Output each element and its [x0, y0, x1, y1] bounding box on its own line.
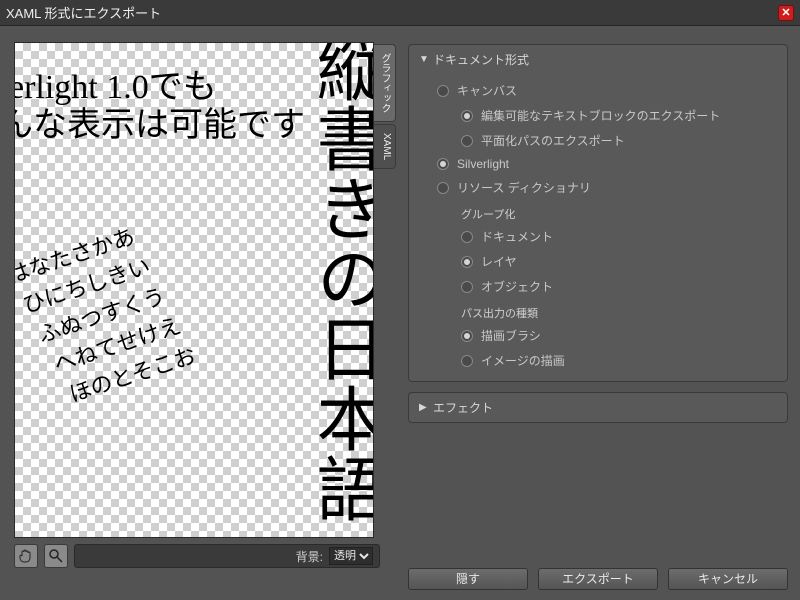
- radio-canvas[interactable]: キャンバス: [421, 78, 785, 103]
- radio-icon: [437, 182, 449, 194]
- side-tab-strip: グラフィック XAML: [374, 44, 396, 169]
- tab-graphic[interactable]: グラフィック: [374, 44, 396, 122]
- radio-silverlight[interactable]: Silverlight: [421, 153, 785, 175]
- hand-tool-button[interactable]: [14, 544, 38, 568]
- zoom-tool-button[interactable]: [44, 544, 68, 568]
- panel-document-format: ▼ ドキュメント形式 キャンバス 編集可能なテキストブロックのエクスポート 平面…: [408, 44, 788, 382]
- tab-xaml[interactable]: XAML: [374, 124, 396, 169]
- background-selector: 背景: 透明: [74, 544, 380, 568]
- preview-vertical-text: 縦書きの日本語: [306, 42, 374, 523]
- radio-label: ドキュメント: [481, 228, 553, 245]
- hand-icon: [18, 548, 34, 564]
- radio-label: イメージの描画: [481, 352, 565, 369]
- radio-icon: [461, 355, 473, 367]
- radio-icon: [461, 110, 473, 122]
- background-label: 背景:: [296, 548, 323, 565]
- radio-label: 編集可能なテキストブロックのエクスポート: [481, 107, 720, 124]
- magnifier-icon: [48, 548, 64, 564]
- radio-path-image[interactable]: イメージの描画: [421, 348, 785, 373]
- radio-label: オブジェクト: [481, 278, 553, 295]
- panel-title: ドキュメント形式: [433, 51, 529, 68]
- preview-text-line2: んな表示は可能です: [14, 97, 305, 146]
- radio-group-layer[interactable]: レイヤ: [421, 249, 785, 274]
- hide-button[interactable]: 隠す: [408, 568, 528, 590]
- disclosure-down-icon: ▼: [419, 54, 429, 65]
- radio-icon: [437, 85, 449, 97]
- section-grouping-label: グループ化: [421, 200, 785, 224]
- radio-icon: [437, 158, 449, 170]
- titlebar: XAML 形式にエクスポート ✕: [0, 0, 800, 26]
- window-title: XAML 形式にエクスポート: [6, 3, 778, 22]
- radio-icon: [461, 135, 473, 147]
- radio-icon: [461, 256, 473, 268]
- radio-canvas-editable-text[interactable]: 編集可能なテキストブロックのエクスポート: [421, 103, 785, 128]
- radio-label: 描画ブラシ: [481, 327, 541, 344]
- radio-label: キャンバス: [457, 82, 517, 99]
- radio-label: レイヤ: [481, 253, 517, 270]
- radio-canvas-flatten-paths[interactable]: 平面化パスのエクスポート: [421, 128, 785, 153]
- panel-header-effect[interactable]: ▶ エフェクト: [409, 393, 787, 422]
- export-button[interactable]: エクスポート: [538, 568, 658, 590]
- panel-effect: ▶ エフェクト: [408, 392, 788, 423]
- panel-title: エフェクト: [433, 399, 493, 416]
- background-dropdown[interactable]: 透明: [329, 547, 373, 565]
- radio-icon: [461, 231, 473, 243]
- radio-icon: [461, 330, 473, 342]
- panel-header-document-format[interactable]: ▼ ドキュメント形式: [409, 45, 787, 74]
- section-path-output-label: パス出力の種類: [421, 299, 785, 323]
- cancel-button[interactable]: キャンセル: [668, 568, 788, 590]
- radio-label: リソース ディクショナリ: [457, 179, 591, 196]
- disclosure-right-icon: ▶: [419, 402, 429, 413]
- radio-resource-dictionary[interactable]: リソース ディクショナリ: [421, 175, 785, 200]
- preview-canvas[interactable]: erlight 1.0でも んな表示は可能です 縦書きの日本語 はなたさかあ ひ…: [14, 42, 374, 538]
- radio-group-document[interactable]: ドキュメント: [421, 224, 785, 249]
- close-button[interactable]: ✕: [778, 5, 794, 21]
- radio-group-object[interactable]: オブジェクト: [421, 274, 785, 299]
- radio-icon: [461, 281, 473, 293]
- radio-label: Silverlight: [457, 157, 509, 171]
- radio-path-brush[interactable]: 描画ブラシ: [421, 323, 785, 348]
- radio-label: 平面化パスのエクスポート: [481, 132, 625, 149]
